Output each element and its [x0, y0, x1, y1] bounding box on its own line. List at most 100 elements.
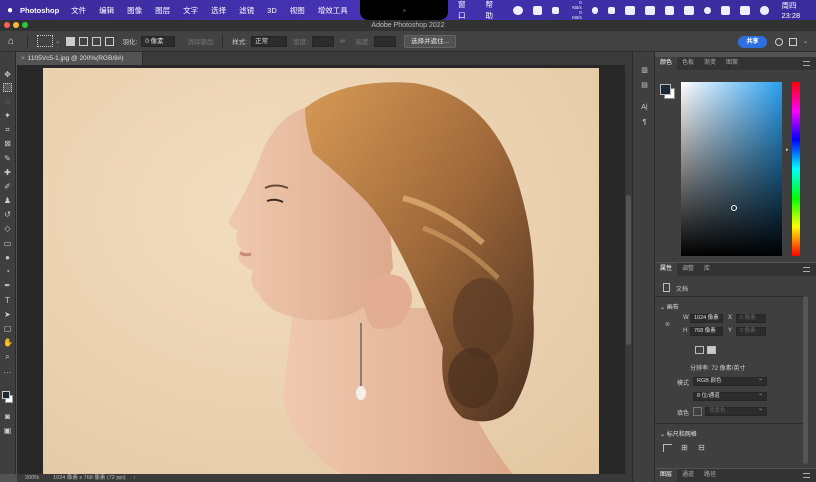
- panel-menu-icon[interactable]: [803, 267, 810, 272]
- close-window-icon[interactable]: [4, 22, 10, 28]
- antialias-checkbox[interactable]: 消除锯齿: [187, 36, 213, 46]
- wifi-icon[interactable]: [684, 5, 694, 15]
- tab-libraries[interactable]: 库: [699, 263, 715, 276]
- share-button[interactable]: 共享: [738, 36, 767, 48]
- panel-menu-icon[interactable]: [803, 473, 810, 478]
- chevron-down-icon[interactable]: ⌄: [803, 38, 811, 46]
- feather-input[interactable]: 0 像素: [141, 35, 176, 47]
- bit-depth-select[interactable]: 8 位/通道: [693, 391, 767, 401]
- menu-3d[interactable]: 3D: [267, 6, 277, 15]
- width-input[interactable]: [311, 35, 334, 47]
- tab-color[interactable]: 颜色: [655, 57, 678, 70]
- sync-icon[interactable]: [608, 6, 616, 14]
- fill-select[interactable]: 背景色: [705, 406, 767, 416]
- rect-marquee-tool-icon[interactable]: [3, 83, 12, 92]
- canvas-height-input[interactable]: 768 像素: [690, 327, 723, 336]
- grid-icon[interactable]: ⊞: [681, 443, 688, 452]
- chevron-down-icon[interactable]: ⌄: [55, 37, 60, 45]
- dodge-tool-icon[interactable]: ◔: [3, 267, 12, 276]
- quick-mask-icon[interactable]: ◙: [3, 412, 12, 421]
- status-arrow-icon[interactable]: ›: [134, 474, 136, 482]
- color-mode-select[interactable]: RGB 颜色: [693, 376, 767, 386]
- control-center-icon[interactable]: [740, 5, 750, 15]
- calendar-icon[interactable]: [625, 5, 635, 15]
- canvas-vertical-scrollbar[interactable]: [625, 65, 632, 474]
- tab-paths[interactable]: 路径: [699, 469, 721, 482]
- blur-tool-icon[interactable]: ●: [3, 253, 12, 262]
- hue-slider-arrow-icon[interactable]: ▸: [786, 147, 789, 153]
- pen-tool-icon[interactable]: ✒: [3, 281, 12, 290]
- foreground-color-swatch[interactable]: [2, 391, 10, 399]
- zoom-tool-icon[interactable]: ⌕: [3, 352, 12, 361]
- eyedropper-tool-icon[interactable]: ✎: [3, 154, 12, 163]
- marquee-tool-preset-icon[interactable]: [37, 35, 53, 47]
- color-picker-handle[interactable]: [731, 205, 737, 211]
- tab-gradients[interactable]: 渐变: [699, 57, 721, 70]
- foreground-color-swatch[interactable]: [660, 84, 671, 95]
- menu-view[interactable]: 视图: [290, 5, 305, 16]
- canvas-x-input[interactable]: 0 像素: [736, 314, 766, 323]
- search-icon[interactable]: [703, 6, 711, 14]
- character-panel-icon[interactable]: A|: [640, 104, 649, 112]
- height-input[interactable]: [374, 35, 397, 47]
- eraser-tool-icon[interactable]: ◇: [3, 224, 12, 233]
- paragraph-panel-icon[interactable]: ¶: [640, 119, 649, 127]
- healing-brush-tool-icon[interactable]: ✚: [3, 168, 12, 177]
- menu-select[interactable]: 选择: [211, 5, 226, 16]
- siri-icon[interactable]: [759, 5, 770, 15]
- canvas-width-input[interactable]: 1024 像素: [690, 314, 723, 323]
- screen-mode-icon[interactable]: ▣: [3, 426, 12, 435]
- gradient-tool-icon[interactable]: ▭: [3, 239, 12, 248]
- menu-type[interactable]: 文字: [183, 5, 198, 16]
- hue-slider[interactable]: [792, 82, 800, 256]
- battery-icon[interactable]: [644, 5, 655, 15]
- style-select[interactable]: 正常: [251, 35, 288, 47]
- tab-properties[interactable]: 属性: [655, 263, 678, 276]
- tab-channels[interactable]: 通道: [677, 469, 699, 482]
- menu-help[interactable]: 帮助: [485, 0, 499, 21]
- select-and-mask-button[interactable]: 选择并遮住...: [404, 34, 457, 48]
- comments-panel-icon[interactable]: ▤: [640, 82, 649, 90]
- portrait-orientation-icon[interactable]: [695, 346, 704, 354]
- guides-icon[interactable]: ⊟: [698, 443, 705, 452]
- panel-menu-icon[interactable]: [803, 61, 810, 66]
- fill-swatch[interactable]: [693, 407, 702, 416]
- tab-layers[interactable]: 图层: [655, 469, 678, 482]
- scrollbar-thumb[interactable]: [626, 195, 631, 345]
- minimize-window-icon[interactable]: [13, 22, 19, 28]
- rulers-icon[interactable]: [663, 444, 672, 452]
- tab-adjustments[interactable]: 调整: [677, 263, 699, 276]
- bluetooth-icon[interactable]: [591, 6, 599, 14]
- status-app-icon[interactable]: [532, 5, 543, 15]
- canvas-y-input[interactable]: 0 像素: [736, 327, 766, 336]
- status-dot-icon[interactable]: [552, 6, 559, 14]
- color-field[interactable]: [681, 82, 782, 256]
- clock[interactable]: 周四 23:28: [781, 0, 816, 20]
- menu-app-photoshop[interactable]: Photoshop: [20, 6, 59, 15]
- properties-scrollbar[interactable]: [803, 296, 808, 464]
- lasso-tool-icon[interactable]: ◌: [3, 97, 12, 106]
- crop-tool-icon[interactable]: ⌗: [3, 125, 12, 134]
- menu-image[interactable]: 图像: [127, 5, 142, 16]
- canvas-section-header[interactable]: ⌄ 画布: [660, 302, 679, 311]
- zoom-window-icon[interactable]: [22, 22, 28, 28]
- tab-patterns[interactable]: 图案: [721, 57, 743, 70]
- network-speed[interactable]: 0 KB/s 0 KB/s: [569, 0, 582, 20]
- apple-icon[interactable]: ●: [0, 5, 20, 16]
- menu-plugins[interactable]: 增效工具: [318, 5, 348, 16]
- rectangle-tool-icon[interactable]: ▢: [3, 324, 12, 333]
- rulers-section-header[interactable]: ⌄ 标尺和网格: [660, 429, 697, 438]
- menu-layer[interactable]: 图层: [155, 5, 170, 16]
- link-icon[interactable]: ⊗: [665, 321, 670, 328]
- move-tool-icon[interactable]: ✥: [3, 70, 12, 79]
- history-panel-icon[interactable]: ▥: [640, 67, 649, 75]
- landscape-orientation-icon[interactable]: [707, 346, 716, 354]
- ghost-status-icon[interactable]: [512, 5, 523, 15]
- close-tab-icon[interactable]: ×: [21, 55, 25, 62]
- home-icon[interactable]: ⌂: [0, 36, 22, 47]
- new-selection-icon[interactable]: [66, 36, 76, 46]
- menu-file[interactable]: 文件: [71, 5, 86, 16]
- tab-swatches[interactable]: 色板: [677, 57, 699, 70]
- workspace-icon[interactable]: [789, 38, 797, 46]
- brush-tool-icon[interactable]: ✐: [3, 182, 12, 191]
